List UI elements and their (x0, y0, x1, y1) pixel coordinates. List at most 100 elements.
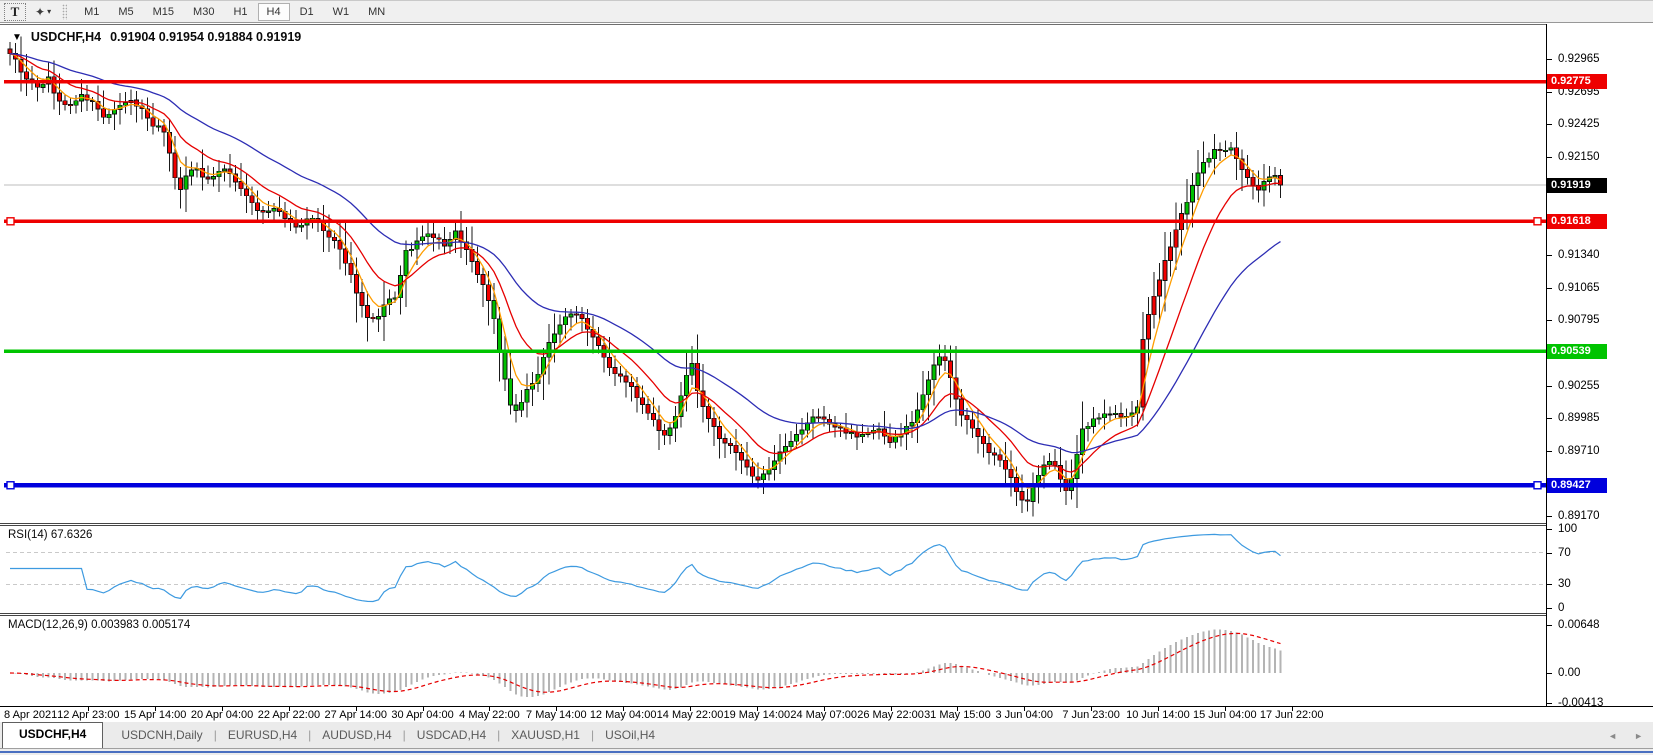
axis-tick-mark (1547, 59, 1552, 60)
timeframe-button-d1[interactable]: D1 (291, 3, 323, 21)
timeframe-toolbar: M1 M5 M15 M30 H1 H4 D1 W1 MN (75, 2, 394, 21)
price-badge-0.89427: 0.89427 (1547, 477, 1607, 493)
time-axis-label: 12 Apr 23:00 (57, 709, 120, 721)
rsi-axis-tick: 70 (1558, 546, 1571, 559)
axis-tick-mark (1547, 451, 1552, 452)
axis-tick-mark (1547, 92, 1552, 93)
tab-usdcnh-daily[interactable]: USDCNH,Daily (111, 724, 212, 748)
time-axis-label: 26 May 22:00 (857, 709, 924, 721)
text-tool-button[interactable]: T (4, 2, 26, 21)
time-axis[interactable]: 8 Apr 2021 12 Apr 23:00 15 Apr 14:00 20 Apr… (0, 706, 1653, 722)
line-handle (6, 481, 15, 490)
time-axis-label: 3 Jun 04:00 (995, 709, 1054, 721)
macd-chart-canvas[interactable] (4, 616, 1546, 706)
axis-tick-mark (1547, 255, 1552, 256)
rsi-chart-canvas[interactable] (4, 526, 1546, 614)
candlesticks[interactable] (7, 36, 1283, 517)
price-axis-tick: 0.90795 (1558, 314, 1600, 327)
moving-average-34[interactable] (9, 53, 1281, 454)
tab-usoil-h4[interactable]: USOil,H4 (595, 724, 665, 748)
time-axis-label: 15 Jun 04:00 (1192, 709, 1257, 721)
price-axis-tick: 0.89985 (1558, 412, 1600, 425)
objects-icon: ✦ (35, 4, 45, 19)
price-panel: ▼ USDCHF,H4 0.91904 0.91954 0.91884 0.91… (0, 24, 1653, 524)
price-axis-tick: 0.90255 (1558, 379, 1600, 392)
macd-label: MACD(12,26,9) 0.003983 0.005174 (8, 619, 191, 631)
price-axis-tick: 0.92965 (1558, 53, 1600, 65)
time-axis-label: 7 May 14:00 (526, 709, 587, 721)
tab-eurusd-h4[interactable]: EURUSD,H4 (218, 724, 307, 748)
macd-histogram (14, 629, 1282, 697)
axis-tick-mark (1547, 288, 1552, 289)
axis-tick-mark (1547, 386, 1552, 387)
chart-title-ohlc: 0.91904 0.91954 0.91884 0.91919 (110, 30, 302, 44)
window-bottom-edge (0, 749, 1653, 755)
axis-tick-mark (1547, 418, 1552, 419)
timeframe-button-h1[interactable]: H1 (224, 3, 256, 21)
price-badge-0.90539: 0.90539 (1547, 343, 1607, 359)
axis-tick-mark (1547, 157, 1552, 158)
time-axis-label: 4 May 22:00 (459, 709, 520, 721)
rsi-panel: RSI(14) 67.6326 (0, 526, 1653, 614)
price-axis-tick: 0.89170 (1558, 510, 1600, 523)
axis-tick-mark (1547, 608, 1552, 609)
time-axis-label: 27 Apr 14:00 (324, 709, 387, 721)
timeframe-button-mn[interactable]: MN (359, 3, 394, 21)
timeframe-button-m5[interactable]: M5 (109, 3, 142, 21)
axis-tick-mark (1547, 529, 1552, 530)
time-axis-label: 10 Jun 14:00 (1126, 709, 1190, 721)
time-axis-label: 17 Jun 22:00 (1259, 709, 1324, 721)
line-handle (1533, 481, 1542, 490)
price-axis-tick: 0.91340 (1558, 248, 1600, 261)
tab-scroll-right-icon[interactable]: ► (1634, 731, 1643, 741)
tab-xauusd-h1[interactable]: XAUUSD,H1 (501, 724, 590, 748)
timeframe-button-w1[interactable]: W1 (324, 3, 359, 21)
price-badge-0.91919: 0.91919 (1547, 177, 1607, 193)
toolbar-grip[interactable] (62, 3, 68, 20)
chart-title-symbol: USDCHF,H4 (30, 30, 102, 44)
chart-tabs-bar: USDCHF,H4 USDCNH,Daily | EURUSD,H4 | AUDUSD,H… (0, 722, 1653, 749)
timeframe-button-m1[interactable]: M1 (75, 3, 108, 21)
chart-title: ▼ USDCHF,H4 0.91904 0.91954 0.91884 0.91… (12, 30, 301, 44)
macd-panel: MACD(12,26,9) 0.003983 0.005174 (0, 616, 1653, 706)
objects-dropdown-button[interactable]: ✦ ▾ (30, 2, 56, 22)
rsi-line[interactable] (10, 533, 1281, 603)
mt4-chart-window: T ✦ ▾ M1 M5 M15 M30 H1 H4 D1 W1 MN ▼ USDCHF,H4 0… (0, 0, 1653, 755)
moving-average-13[interactable] (9, 53, 1281, 473)
time-axis-label: 12 May 04:00 (589, 709, 657, 721)
axis-tick-mark (1547, 553, 1552, 554)
tab-scroll-arrows: ◄ ► (1608, 731, 1643, 741)
tab-usdchf-h4[interactable]: USDCHF,H4 (2, 722, 104, 748)
time-axis-label: 22 Apr 22:00 (257, 709, 321, 721)
tab-scroll-left-icon[interactable]: ◄ (1608, 731, 1617, 741)
toolbar: T ✦ ▾ M1 M5 M15 M30 H1 H4 D1 W1 MN (0, 1, 1653, 23)
axis-tick-mark (1547, 625, 1552, 626)
time-axis-label: 14 May 22:00 (656, 709, 724, 721)
time-axis-label: 15 Apr 14:00 (123, 709, 187, 721)
moving-average-5[interactable] (9, 53, 1281, 489)
axis-tick-mark (1547, 516, 1552, 517)
line-handle (1533, 217, 1542, 226)
timeframe-button-h4[interactable]: H4 (257, 2, 290, 21)
price-axis[interactable]: 0.92965 0.92695 0.92425 0.92150 0.91340 0.910… (1546, 24, 1653, 709)
time-axis-label: 30 Apr 04:00 (391, 709, 454, 721)
price-chart-canvas[interactable] (4, 25, 1546, 524)
line-handle (6, 217, 15, 226)
price-axis-tick: 0.92150 (1558, 151, 1600, 164)
chevron-down-icon: ▾ (47, 7, 52, 16)
rsi-axis-tick: 100 (1558, 523, 1578, 535)
axis-tick-mark (1547, 584, 1552, 585)
window-bottom-accent (0, 751, 1653, 753)
tab-audusd-h4[interactable]: AUDUSD,H4 (312, 724, 401, 748)
timeframe-button-m15[interactable]: M15 (144, 3, 183, 21)
price-badge-0.91618: 0.91618 (1547, 213, 1607, 229)
symbol-marker-icon: ▼ (12, 31, 22, 43)
price-badge-0.92775: 0.92775 (1547, 74, 1607, 90)
rsi-label: RSI(14) 67.6326 (8, 529, 93, 541)
rsi-axis-tick: 30 (1558, 578, 1571, 591)
axis-tick-mark (1547, 703, 1552, 704)
timeframe-button-m30[interactable]: M30 (184, 3, 223, 21)
price-axis-tick: 0.92425 (1558, 118, 1600, 131)
rsi-axis-tick: 0 (1558, 602, 1565, 614)
tab-usdcad-h4[interactable]: USDCAD,H4 (407, 724, 496, 748)
